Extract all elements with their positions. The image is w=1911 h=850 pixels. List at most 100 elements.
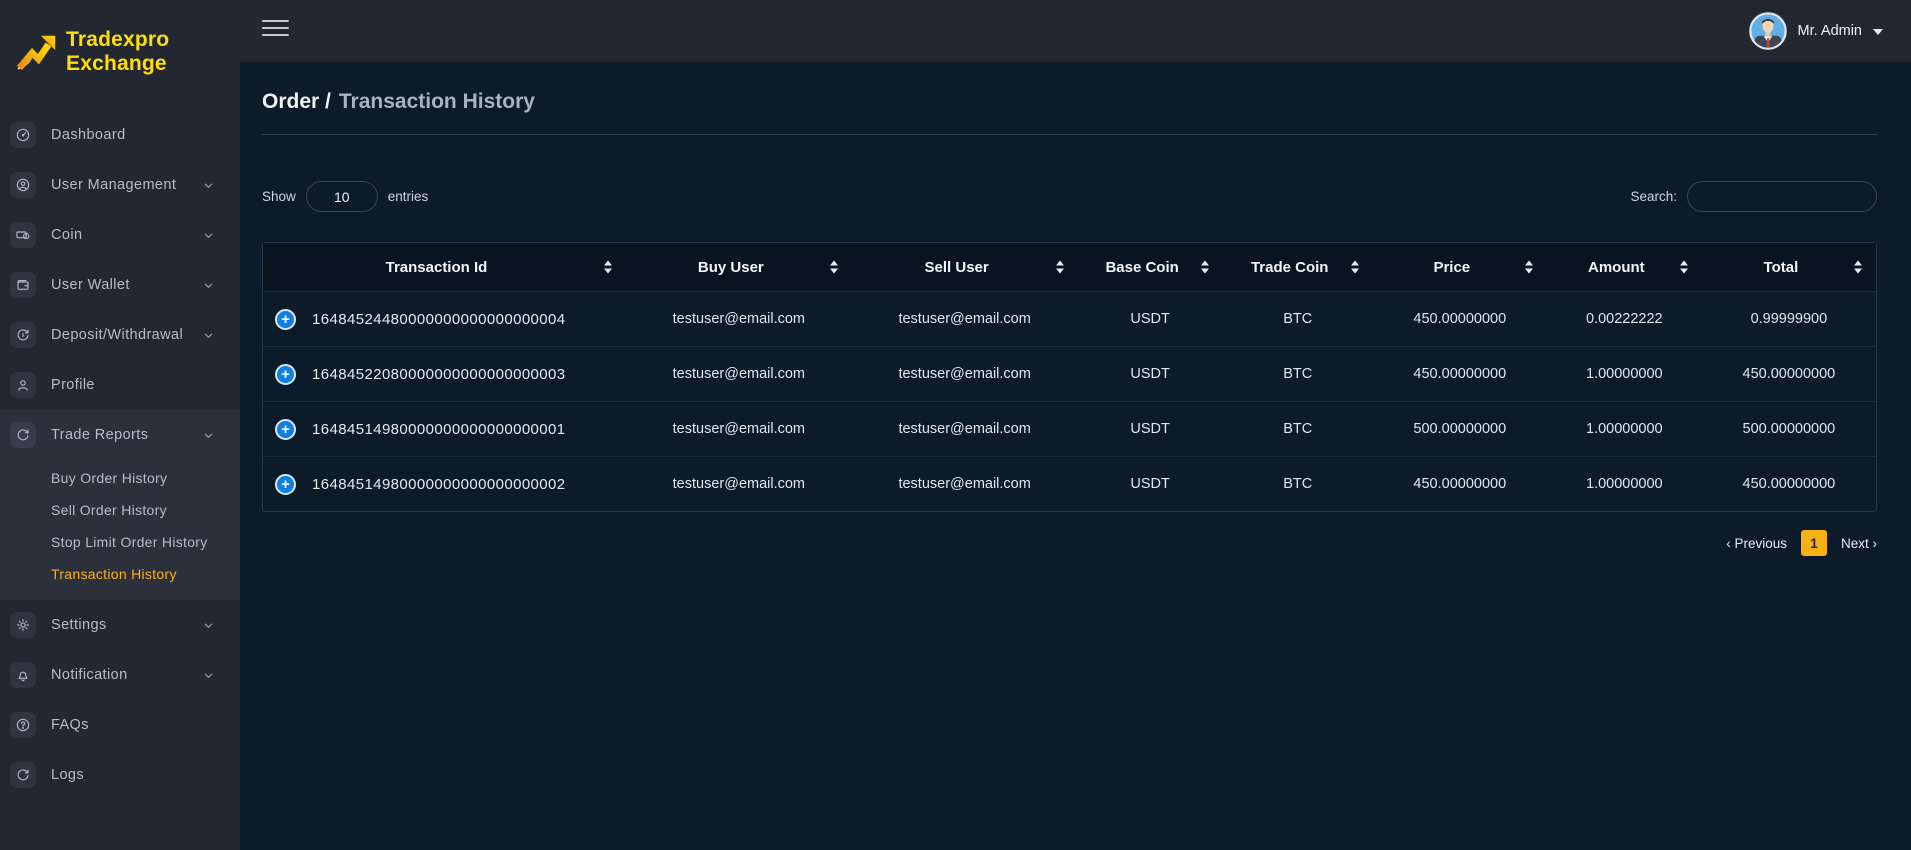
expand-row-button[interactable]: +	[275, 474, 296, 495]
next-page-button[interactable]: Next ›	[1841, 536, 1877, 551]
sidebar-item-label: Logs	[51, 767, 222, 783]
sidebar-item-notification[interactable]: Notification	[0, 650, 240, 700]
show-entries-select[interactable]: 10	[306, 181, 378, 212]
column-header-transaction-id[interactable]: Transaction Id	[263, 243, 626, 291]
sidebar-item-label: Trade Reports	[51, 427, 203, 443]
sidebar-item-dashboard[interactable]: Dashboard	[0, 110, 240, 160]
cell-buy-user: testuser@email.com	[626, 346, 852, 401]
sidebar-item-coin[interactable]: Coin	[0, 210, 240, 260]
previous-page-button[interactable]: ‹ Previous	[1726, 536, 1787, 551]
logs-icon	[10, 762, 36, 788]
sidebar: Tradexpro Exchange DashboardUser Managem…	[0, 0, 240, 850]
sidebar-group-trade-reports: Trade Reports Buy Order HistorySell Order…	[0, 410, 240, 600]
column-header-sell-user[interactable]: Sell User	[852, 243, 1078, 291]
avatar	[1749, 12, 1787, 50]
deposit-icon	[10, 322, 36, 348]
brand-logo[interactable]: Tradexpro Exchange	[0, 0, 240, 100]
profile-icon	[10, 372, 36, 398]
sort-icon	[1854, 261, 1862, 274]
users-icon	[10, 172, 36, 198]
sidebar-group-notification: Notification	[0, 650, 240, 700]
search-input[interactable]	[1687, 181, 1877, 212]
sidebar-item-label: Deposit/Withdrawal	[51, 327, 203, 343]
cell-amount: 1.00000000	[1547, 346, 1702, 401]
sidebar-item-faqs[interactable]: FAQs	[0, 700, 240, 750]
column-header-label: Price	[1433, 259, 1470, 276]
user-menu[interactable]: Mr. Admin	[1749, 12, 1883, 50]
chevron-down-icon	[1873, 29, 1883, 35]
sidebar-subitem-sell-order-history[interactable]: Sell Order History	[0, 494, 240, 526]
sort-icon	[1351, 261, 1359, 274]
sidebar-subitem-transaction-history[interactable]: Transaction History	[0, 558, 240, 590]
table-row: +16484514980000000000000000002testuser@e…	[263, 456, 1876, 511]
breadcrumb: Order / Transaction History	[240, 62, 1911, 134]
transaction-id-cell: +16484514980000000000000000001	[263, 401, 626, 456]
cell-sell-user: testuser@email.com	[852, 346, 1078, 401]
brand-name: Tradexpro Exchange	[66, 28, 169, 75]
column-header-label: Base Coin	[1105, 259, 1178, 276]
sidebar-item-trade-reports[interactable]: Trade Reports	[0, 410, 240, 460]
page-title: Transaction History	[339, 90, 535, 114]
cell-amount: 0.00222222	[1547, 291, 1702, 346]
column-header-buy-user[interactable]: Buy User	[626, 243, 852, 291]
chevron-down-icon	[203, 430, 214, 441]
cell-amount: 1.00000000	[1547, 456, 1702, 511]
sidebar-subitem-buy-order-history[interactable]: Buy Order History	[0, 462, 240, 494]
user-name: Mr. Admin	[1798, 23, 1862, 39]
show-entries-value: 10	[334, 189, 350, 205]
search-label: Search:	[1630, 189, 1677, 204]
cell-total: 450.00000000	[1702, 456, 1876, 511]
sidebar-subitem-stop-limit-order-history[interactable]: Stop Limit Order History	[0, 526, 240, 558]
topbar: Mr. Admin	[240, 0, 1911, 62]
column-header-trade-coin[interactable]: Trade Coin	[1223, 243, 1373, 291]
cell-buy-user: testuser@email.com	[626, 456, 852, 511]
chevron-down-icon	[203, 620, 214, 631]
cell-trade-coin: BTC	[1223, 401, 1373, 456]
transactions-table: Transaction Id Buy User Sell User Base Coin…	[262, 242, 1877, 512]
sidebar-group-settings: Settings	[0, 600, 240, 650]
cell-price: 450.00000000	[1373, 346, 1547, 401]
column-header-label: Trade Coin	[1251, 259, 1329, 276]
transaction-id-cell: +16484524480000000000000000004	[263, 291, 626, 346]
column-header-amount[interactable]: Amount	[1547, 243, 1702, 291]
expand-row-button[interactable]: +	[275, 419, 296, 440]
current-page-button[interactable]: 1	[1801, 530, 1827, 556]
column-header-label: Amount	[1588, 259, 1645, 276]
transaction-id: 16484524480000000000000000004	[312, 311, 566, 328]
column-header-total[interactable]: Total	[1702, 243, 1876, 291]
transaction-id: 16484514980000000000000000001	[312, 421, 566, 438]
sidebar-item-label: Settings	[51, 617, 203, 633]
sidebar-item-deposit-withdrawal[interactable]: Deposit/Withdrawal	[0, 310, 240, 360]
expand-row-button[interactable]: +	[275, 364, 296, 385]
sidebar-item-user-management[interactable]: User Management	[0, 160, 240, 210]
cell-amount: 1.00000000	[1547, 401, 1702, 456]
column-header-label: Transaction Id	[386, 259, 488, 276]
column-header-price[interactable]: Price	[1373, 243, 1547, 291]
transactions-table-wrap: Transaction Id Buy User Sell User Base Coin…	[262, 242, 1877, 512]
brand-line2: Exchange	[66, 52, 169, 76]
cell-sell-user: testuser@email.com	[852, 291, 1078, 346]
sidebar-item-settings[interactable]: Settings	[0, 600, 240, 650]
chevron-down-icon	[203, 330, 214, 341]
hamburger-menu-button[interactable]	[262, 15, 289, 41]
column-header-base-coin[interactable]: Base Coin	[1078, 243, 1223, 291]
cell-buy-user: testuser@email.com	[626, 401, 852, 456]
reports-icon	[10, 422, 36, 448]
expand-row-button[interactable]: +	[275, 309, 296, 330]
brand-line1: Tradexpro	[66, 28, 169, 52]
sort-icon	[1056, 261, 1064, 274]
sidebar-group-deposit-withdrawal: Deposit/Withdrawal	[0, 310, 240, 360]
sidebar-item-label: Coin	[51, 227, 203, 243]
wallet-icon	[10, 272, 36, 298]
sidebar-item-profile[interactable]: Profile	[0, 360, 240, 410]
cell-total: 450.00000000	[1702, 346, 1876, 401]
sidebar-item-user-wallet[interactable]: User Wallet	[0, 260, 240, 310]
transaction-id: 16484522080000000000000000003	[312, 366, 566, 383]
column-header-label: Total	[1764, 259, 1799, 276]
cell-base-coin: USDT	[1078, 401, 1223, 456]
breadcrumb-section: Order /	[262, 90, 331, 114]
sidebar-item-logs[interactable]: Logs	[0, 750, 240, 800]
cell-sell-user: testuser@email.com	[852, 401, 1078, 456]
column-header-label: Buy User	[698, 259, 764, 276]
chevron-down-icon	[203, 230, 214, 241]
